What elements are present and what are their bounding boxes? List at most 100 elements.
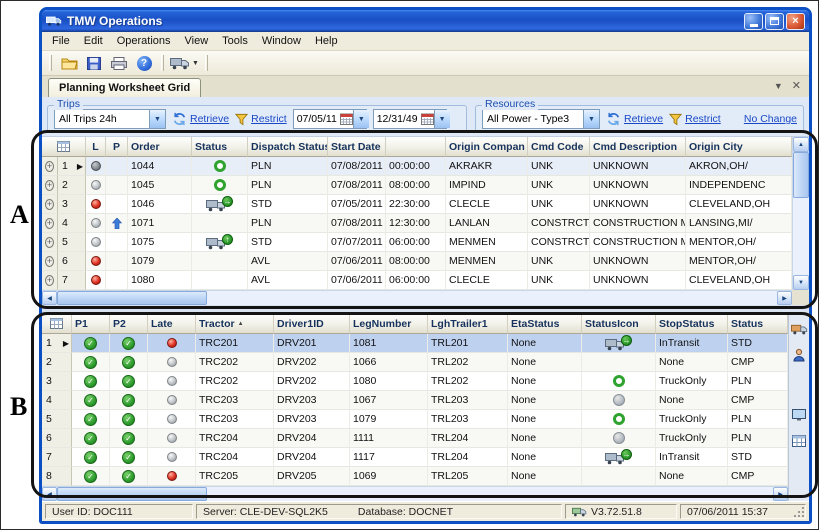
menu-view[interactable]: View xyxy=(178,33,216,49)
assign-truck-icon[interactable] xyxy=(790,320,808,338)
expand-button[interactable]: + xyxy=(42,214,58,233)
resize-grip[interactable] xyxy=(802,515,804,517)
tab-planning-worksheet-grid[interactable]: Planning Worksheet Grid xyxy=(48,78,201,97)
scroll-left-icon[interactable]: ◀ xyxy=(42,291,57,305)
table-icon[interactable] xyxy=(790,432,808,450)
menu-edit[interactable]: Edit xyxy=(77,33,110,49)
scroll-down-icon[interactable]: ▼ xyxy=(793,275,809,290)
column-l[interactable]: L xyxy=(86,137,106,157)
driver-icon[interactable] xyxy=(790,346,808,364)
scrollbar-thumb[interactable] xyxy=(793,152,809,198)
column-legnumber[interactable]: LegNumber xyxy=(350,314,428,334)
trip-row-TRC202-1080[interactable]: 3✓✓TRC202DRV2021080TRL202NoneTruckOnlyPL… xyxy=(42,372,788,391)
column-statusicon[interactable]: StatusIcon xyxy=(582,314,656,334)
column-origin-city[interactable]: Origin City xyxy=(686,137,792,157)
monitor-icon[interactable] xyxy=(790,406,808,424)
content-area: Trips All Trips 24h ▼ Retrieve Restrict xyxy=(42,97,809,501)
trip-row-TRC204-1117[interactable]: 7✓✓TRC204DRV2041117TRL204None→InTransitS… xyxy=(42,448,788,467)
save-button[interactable] xyxy=(83,53,105,74)
column-order[interactable]: Order xyxy=(128,137,192,157)
trip-row-TRC202-1066[interactable]: 2✓✓TRC202DRV2021066TRL202NoneNoneCMP xyxy=(42,353,788,372)
maximize-button[interactable] xyxy=(765,13,784,30)
print-button[interactable] xyxy=(108,53,130,74)
menu-file[interactable]: File xyxy=(45,33,77,49)
trips-filter-select[interactable]: All Trips 24h ▼ xyxy=(54,109,166,129)
column-cmd-description[interactable]: Cmd Description xyxy=(590,137,686,157)
menu-tools[interactable]: Tools xyxy=(215,33,255,49)
order-row-1080[interactable]: +71080AVL07/06/201106:00:00CLECLEUNKUNKN… xyxy=(42,271,792,290)
order-row-1045[interactable]: +21045PLN07/08/201108:00:00IMPINDUNKUNKN… xyxy=(42,176,792,195)
trip-row-TRC204-1111[interactable]: 6✓✓TRC204DRV2041111TRL204NoneTruckOnlyPL… xyxy=(42,429,788,448)
column-p[interactable]: P xyxy=(106,137,128,157)
minimize-button[interactable] xyxy=(744,13,763,30)
chevron-down-icon[interactable]: ▼ xyxy=(583,110,599,128)
menu-help[interactable]: Help xyxy=(308,33,345,49)
expand-button[interactable]: + xyxy=(42,157,58,176)
column-etastatus[interactable]: EtaStatus xyxy=(508,314,582,334)
chevron-down-icon[interactable]: ▼ xyxy=(353,110,369,128)
trip-row-TRC205-1069[interactable]: 8✓✓TRC205DRV2051069TRL205NoneNoneCMP xyxy=(42,467,788,486)
column-stopstatus[interactable]: StopStatus xyxy=(656,314,728,334)
expand-button[interactable]: + xyxy=(42,252,58,271)
plus-icon: + xyxy=(45,199,54,210)
trip-row-TRC203-1079[interactable]: 5✓✓TRC203DRV2031079TRL203NoneTruckOnlyPL… xyxy=(42,410,788,429)
green-arrow-badge-icon: ↑ xyxy=(222,234,233,245)
column-cmd-code[interactable]: Cmd Code xyxy=(528,137,590,157)
chevron-down-icon[interactable]: ▼ xyxy=(434,110,450,128)
expand-button[interactable]: + xyxy=(42,176,58,195)
help-button[interactable]: ? xyxy=(133,53,155,74)
start-date-picker[interactable]: 07/05/11 ▼ xyxy=(293,109,367,129)
end-date-picker[interactable]: 12/31/49 ▼ xyxy=(373,109,447,129)
select-all-button[interactable] xyxy=(42,314,72,334)
scroll-up-icon[interactable]: ▲ xyxy=(793,137,809,152)
column-status[interactable]: Status xyxy=(192,137,248,157)
no-change-link[interactable]: No Change xyxy=(744,113,797,125)
column-p2[interactable]: P2 xyxy=(110,314,148,334)
scroll-right-icon[interactable]: ▶ xyxy=(777,291,792,305)
trip-row-TRC203-1067[interactable]: 4✓✓TRC203DRV2031067TRL203NoneNoneCMP xyxy=(42,391,788,410)
grid-a-horizontal-scrollbar[interactable]: ◀ ▶ xyxy=(42,290,792,305)
expand-button[interactable]: + xyxy=(42,233,58,252)
expand-button[interactable]: + xyxy=(42,271,58,290)
start-date-cell: 07/08/2011 xyxy=(328,157,386,176)
grid-a-vertical-scrollbar[interactable]: ▲ ▼ xyxy=(792,137,809,290)
tab-close-icon[interactable]: ✕ xyxy=(792,79,801,92)
column-origin-company[interactable]: Origin Compan xyxy=(446,137,528,157)
column-start-date[interactable]: Start Date xyxy=(328,137,386,157)
menu-operations[interactable]: Operations xyxy=(110,33,178,49)
order-row-1044[interactable]: +1▶1044PLN07/08/201100:00:00AKRAKRUNKUNK… xyxy=(42,157,792,176)
chevron-down-icon[interactable]: ▼ xyxy=(149,110,165,128)
trips-restrict-link[interactable]: Restrict xyxy=(235,113,287,126)
column-lghtrailer1[interactable]: LghTrailer1 xyxy=(428,314,508,334)
close-button[interactable]: × xyxy=(786,13,805,30)
column-p1[interactable]: P1 xyxy=(72,314,110,334)
column-status[interactable]: Status xyxy=(728,314,788,334)
column-start-time[interactable] xyxy=(386,137,446,157)
tab-dropdown-icon[interactable]: ▼ xyxy=(774,81,783,91)
scrollbar-thumb[interactable] xyxy=(57,487,207,501)
expand-button[interactable]: + xyxy=(42,195,58,214)
truck-menu-button[interactable]: ▼ xyxy=(170,53,199,74)
resources-restrict-link[interactable]: Restrict xyxy=(669,113,721,126)
gray-light-icon xyxy=(167,357,177,367)
resources-retrieve-link[interactable]: Retrieve xyxy=(606,112,663,126)
select-all-button[interactable] xyxy=(42,137,86,157)
column-driver1id[interactable]: Driver1ID xyxy=(274,314,350,334)
open-button[interactable] xyxy=(58,53,80,74)
trip-row-TRC201-1081[interactable]: 1▶✓✓TRC201DRV2011081TRL201None→InTransit… xyxy=(42,334,788,353)
grid-b-horizontal-scrollbar[interactable]: ◀ ▶ xyxy=(42,486,788,501)
resources-filter-select[interactable]: All Power - Type3 ▼ xyxy=(482,109,600,129)
order-row-1071[interactable]: +41071PLN07/08/201112:30:00LANLANCONSTRC… xyxy=(42,214,792,233)
late-cell xyxy=(148,448,196,467)
column-late[interactable]: Late xyxy=(148,314,196,334)
column-tractor[interactable]: Tractor▲ xyxy=(196,314,274,334)
scrollbar-thumb[interactable] xyxy=(57,291,207,305)
order-row-1046[interactable]: +31046→STD07/05/201122:30:00CLECLEUNKUNK… xyxy=(42,195,792,214)
order-row-1079[interactable]: +61079AVL07/06/201108:00:00MENMENUNKUNKN… xyxy=(42,252,792,271)
scroll-left-icon[interactable]: ◀ xyxy=(42,487,57,501)
menu-window[interactable]: Window xyxy=(255,33,308,49)
order-row-1075[interactable]: +51075↑STD07/07/201106:00:00MENMENCONSTR… xyxy=(42,233,792,252)
trips-retrieve-link[interactable]: Retrieve xyxy=(172,112,229,126)
column-dispatch-status[interactable]: Dispatch Status xyxy=(248,137,328,157)
scroll-right-icon[interactable]: ▶ xyxy=(773,487,788,501)
